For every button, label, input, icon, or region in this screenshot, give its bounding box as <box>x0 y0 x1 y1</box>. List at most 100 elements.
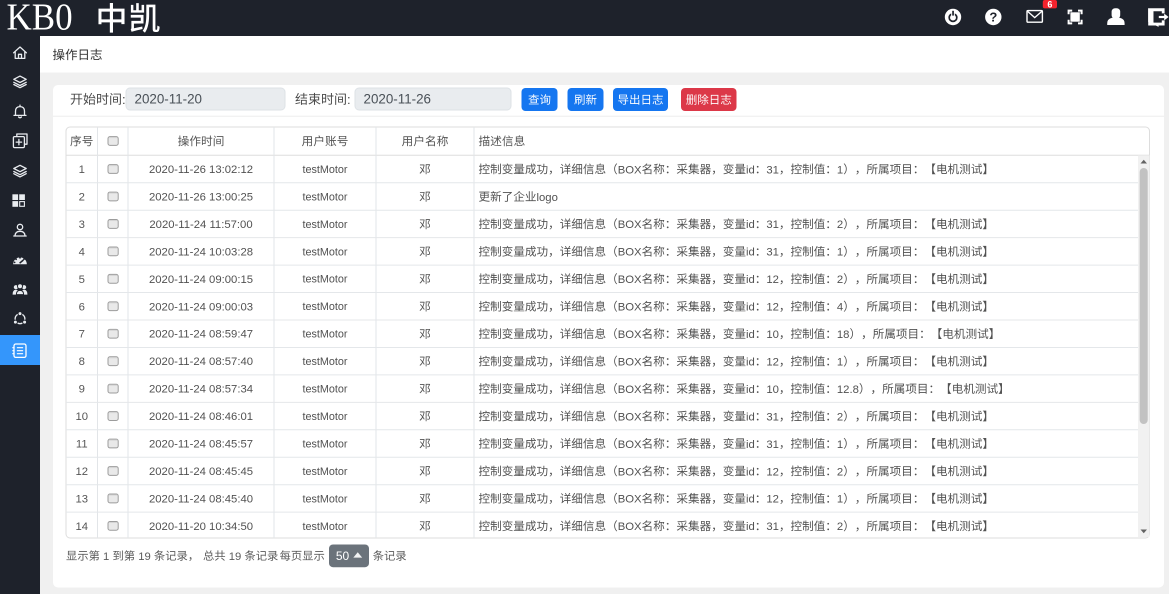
svg-text:BOX: BOX <box>618 411 642 423</box>
svg-text:2020-11-20 10:34:50: 2020-11-20 10:34:50 <box>149 521 253 533</box>
svg-text:testMotor: testMotor <box>302 466 347 478</box>
svg-text:10: 10 <box>766 329 779 341</box>
svg-text:2: 2 <box>79 192 85 204</box>
svg-text:id: id <box>746 357 755 369</box>
svg-text:31: 31 <box>766 219 779 231</box>
svg-text:testMotor: testMotor <box>302 191 347 203</box>
svg-text:2: 2 <box>837 411 843 423</box>
svg-text:2020-11-24 08:45:57: 2020-11-24 08:45:57 <box>149 439 253 451</box>
svg-text:8: 8 <box>79 356 85 368</box>
svg-text:testMotor: testMotor <box>302 356 347 368</box>
svg-text:BOX: BOX <box>618 466 642 478</box>
svg-text:5: 5 <box>79 274 85 286</box>
svg-text:testMotor: testMotor <box>302 274 347 286</box>
svg-text:BOX: BOX <box>618 329 642 341</box>
svg-text:12: 12 <box>766 357 779 369</box>
svg-text:id: id <box>746 302 755 314</box>
svg-text:1: 1 <box>837 439 843 451</box>
svg-text:14: 14 <box>76 521 89 533</box>
svg-text:BOX: BOX <box>618 439 642 451</box>
svg-text:12: 12 <box>76 466 89 478</box>
svg-text:id: id <box>746 247 755 259</box>
svg-text:2020-11-24 08:45:45: 2020-11-24 08:45:45 <box>149 466 253 478</box>
svg-text:BOX: BOX <box>618 494 642 506</box>
svg-text:12: 12 <box>766 494 779 506</box>
svg-text:3: 3 <box>79 219 85 231</box>
svg-text:KB0: KB0 <box>7 0 73 38</box>
svg-text:id: id <box>746 411 755 423</box>
svg-text:2020-11-24 09:00:15: 2020-11-24 09:00:15 <box>149 274 253 286</box>
svg-text:12: 12 <box>766 302 779 314</box>
svg-text:BOX: BOX <box>618 302 642 314</box>
svg-text:1: 1 <box>837 357 843 369</box>
svg-text:BOX: BOX <box>618 384 642 396</box>
svg-text:19: 19 <box>138 551 151 563</box>
svg-text:31: 31 <box>766 439 779 451</box>
svg-text:2: 2 <box>837 274 843 286</box>
svg-text:2020-11-24 11:57:00: 2020-11-24 11:57:00 <box>149 219 252 231</box>
svg-text:BOX: BOX <box>618 164 642 176</box>
svg-text:19: 19 <box>229 551 242 563</box>
svg-text:31: 31 <box>766 411 779 423</box>
svg-text:2020-11-24 10:03:28: 2020-11-24 10:03:28 <box>149 246 253 258</box>
svg-text:6: 6 <box>79 301 85 313</box>
svg-text:2020-11-24 08:57:34: 2020-11-24 08:57:34 <box>149 384 253 396</box>
svg-text:testMotor: testMotor <box>302 411 347 423</box>
svg-text:testMotor: testMotor <box>302 384 347 396</box>
svg-text:2020-11-26 13:00:25: 2020-11-26 13:00:25 <box>149 192 253 204</box>
svg-text:BOX: BOX <box>618 274 642 286</box>
svg-text:1: 1 <box>103 551 109 563</box>
svg-text:testMotor: testMotor <box>302 493 347 505</box>
svg-text:2: 2 <box>837 466 843 478</box>
svg-text:31: 31 <box>766 247 779 259</box>
svg-text:50: 50 <box>336 549 350 563</box>
svg-text:id: id <box>746 384 755 396</box>
svg-text:1: 1 <box>837 164 843 176</box>
svg-text:testMotor: testMotor <box>302 438 347 450</box>
svg-text:4: 4 <box>837 302 843 314</box>
svg-text:6: 6 <box>1047 0 1052 9</box>
svg-text:testMotor: testMotor <box>302 329 347 341</box>
svg-text:2020-11-24 08:46:01: 2020-11-24 08:46:01 <box>149 411 253 423</box>
svg-text:2020-11-24 08:45:40: 2020-11-24 08:45:40 <box>149 493 253 505</box>
svg-text:logo: logo <box>537 192 558 204</box>
svg-text:9: 9 <box>79 384 85 396</box>
svg-text:testMotor: testMotor <box>302 246 347 258</box>
svg-text:2020-11-24 08:57:40: 2020-11-24 08:57:40 <box>149 356 253 368</box>
svg-text:1: 1 <box>837 247 843 259</box>
svg-text:BOX: BOX <box>618 247 642 259</box>
svg-text:?: ? <box>989 10 997 25</box>
svg-text:2: 2 <box>837 521 843 533</box>
svg-text:31: 31 <box>766 164 779 176</box>
svg-text:12: 12 <box>766 466 779 478</box>
svg-text:id: id <box>746 466 755 478</box>
svg-text:7: 7 <box>79 329 85 341</box>
svg-text:testMotor: testMotor <box>302 219 347 231</box>
svg-text:13: 13 <box>76 493 89 505</box>
svg-text:id: id <box>746 274 755 286</box>
svg-text:2020-11-26 13:02:12: 2020-11-26 13:02:12 <box>149 164 253 176</box>
svg-text:2020-11-24 08:59:47: 2020-11-24 08:59:47 <box>149 329 253 341</box>
svg-text:2: 2 <box>837 219 843 231</box>
svg-text:10: 10 <box>76 411 89 423</box>
svg-text:12: 12 <box>766 274 779 286</box>
svg-text:2020-11-20: 2020-11-20 <box>135 92 203 107</box>
svg-text:10: 10 <box>766 384 779 396</box>
svg-text:1: 1 <box>837 494 843 506</box>
svg-text:id: id <box>746 494 755 506</box>
svg-text:12.8: 12.8 <box>837 384 859 396</box>
svg-text:1: 1 <box>79 164 85 176</box>
svg-text:id: id <box>746 521 755 533</box>
svg-text:testMotor: testMotor <box>302 301 347 313</box>
svg-text:11: 11 <box>76 439 88 451</box>
svg-text:id: id <box>746 164 755 176</box>
svg-text:id: id <box>746 329 755 341</box>
svg-text:BOX: BOX <box>618 357 642 369</box>
svg-text::: : <box>122 92 126 107</box>
svg-text:4: 4 <box>79 246 85 258</box>
svg-text:31: 31 <box>766 521 779 533</box>
svg-text:BOX: BOX <box>618 521 642 533</box>
svg-text:2020-11-26: 2020-11-26 <box>364 92 432 107</box>
svg-text:BOX: BOX <box>618 219 642 231</box>
svg-text:id: id <box>746 219 755 231</box>
